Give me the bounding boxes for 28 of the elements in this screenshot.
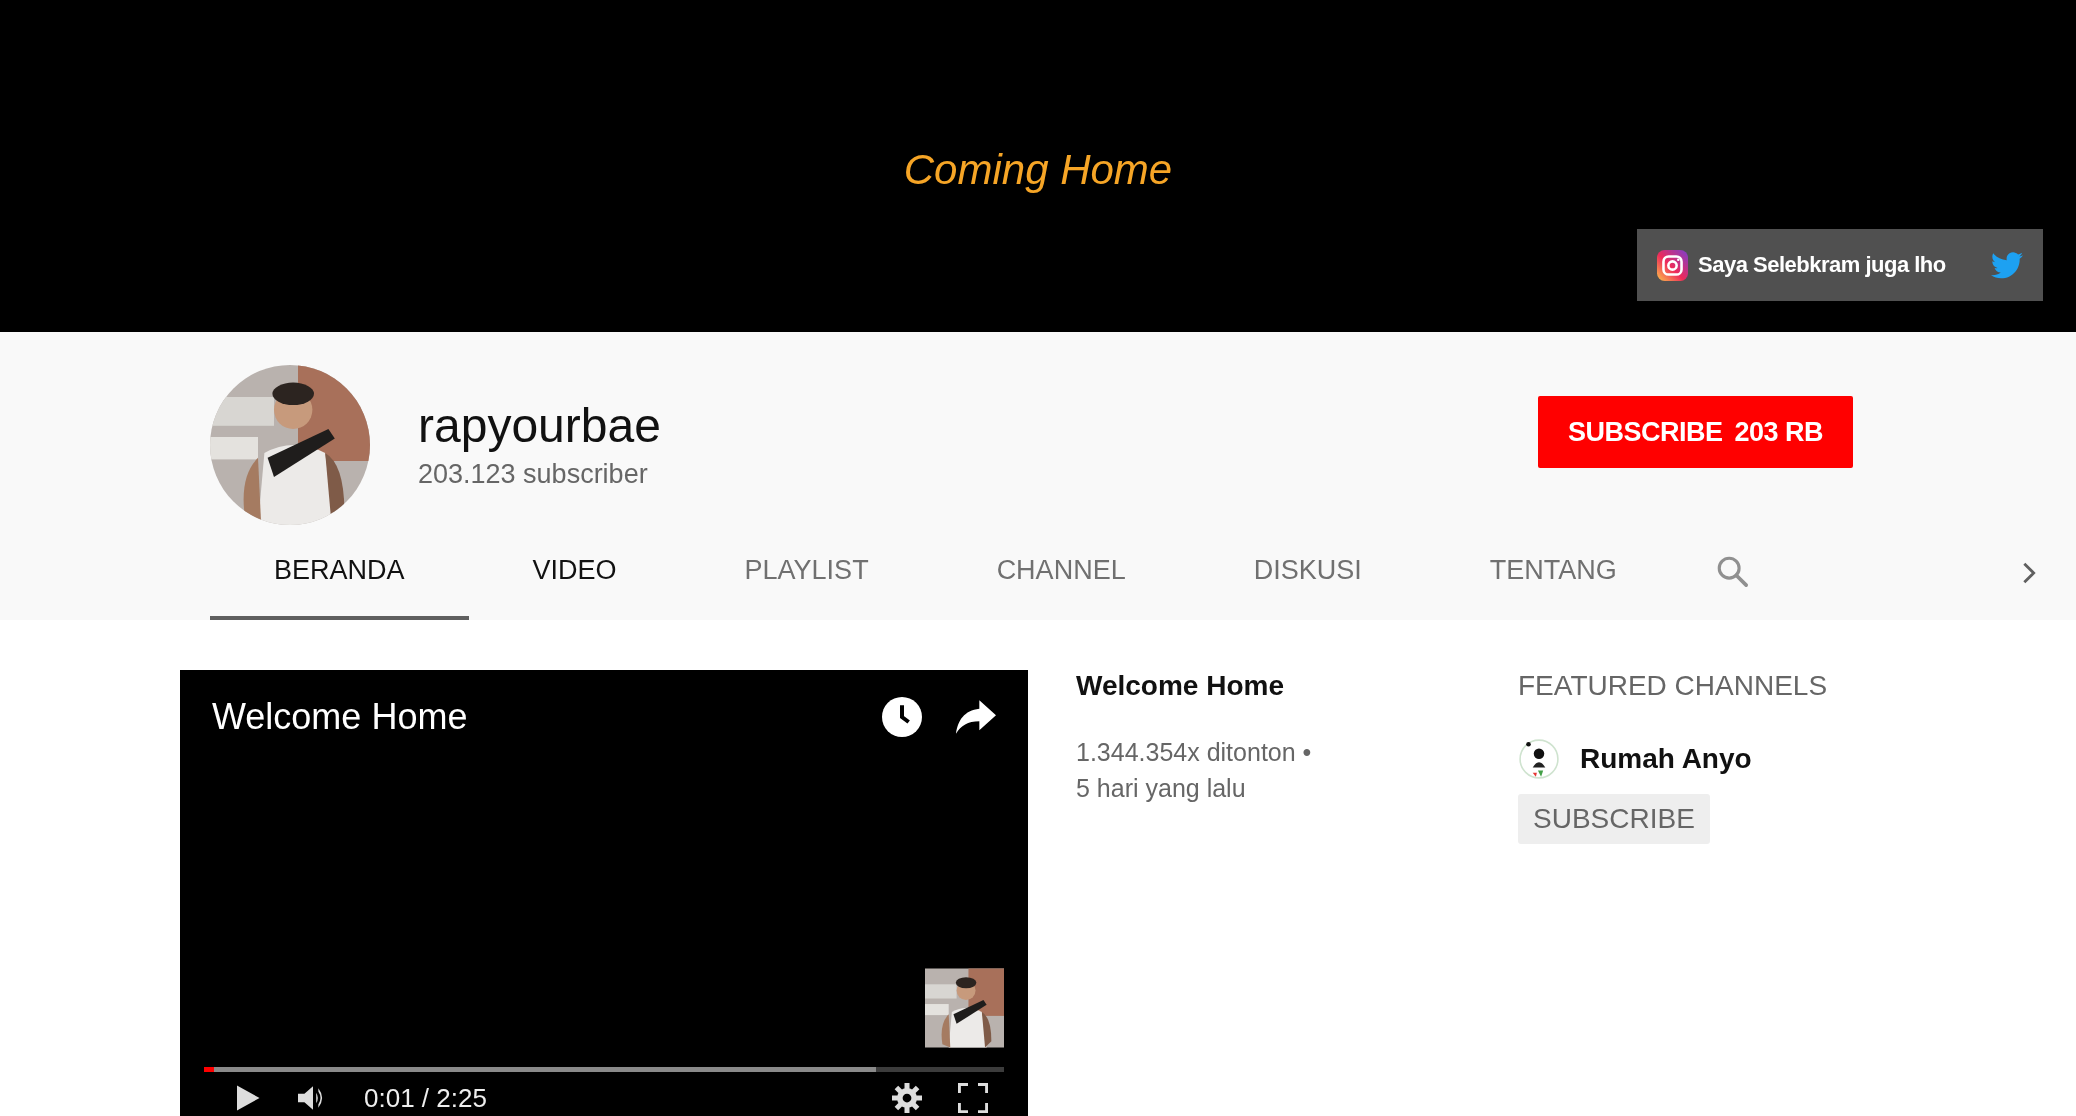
video-title[interactable]: Welcome Home <box>212 692 848 742</box>
time-display: 0:01 / 2:25 <box>364 1082 487 1115</box>
channel-logo-icon[interactable] <box>1518 738 1560 780</box>
channel-tab[interactable]: DISKUSI <box>1189 525 1426 620</box>
video-title[interactable]: Welcome Home <box>1076 668 1518 704</box>
subscribe-button[interactable]: SUBSCRIBE <box>1518 794 1710 844</box>
view-count: 1.344.354x ditonton • <box>1076 737 1313 768</box>
channel-name[interactable]: Rumah Anyo <box>1580 743 1752 775</box>
instagram-icon <box>1657 249 1688 281</box>
social-link[interactable]: Saya Selebkram juga lho <box>1637 229 2043 301</box>
fullscreen-icon[interactable] <box>958 1083 988 1113</box>
banner-title: Coming Home <box>903 145 1173 195</box>
share-arrow-icon[interactable] <box>956 700 996 734</box>
progress-bar[interactable] <box>204 1067 1004 1072</box>
upload-age: 5 hari yang lalu <box>1076 773 1247 804</box>
video-player[interactable]: Welcome Home 0:01 / 2:25 <box>180 670 1028 1116</box>
channel-tab[interactable]: PLAYLIST <box>680 525 933 620</box>
section-heading: FEATURED CHANNELS <box>1518 669 1828 703</box>
subscriber-count: 203.123 subscriber <box>418 458 649 491</box>
channel-tab[interactable]: BERANDA <box>210 525 469 620</box>
channel-tab[interactable]: TENTANG <box>1425 525 1681 620</box>
chevron-right-icon[interactable] <box>2022 560 2036 585</box>
channel-tab[interactable]: CHANNEL <box>932 525 1190 620</box>
channel-tab[interactable]: VIDEO <box>468 525 681 620</box>
bird-icon <box>1991 251 2023 279</box>
channel-name: rapyourbae <box>418 398 662 454</box>
subscribe-button[interactable]: SUBSCRIBE 203 RB <box>1538 396 1853 468</box>
clock-icon[interactable] <box>882 697 922 737</box>
